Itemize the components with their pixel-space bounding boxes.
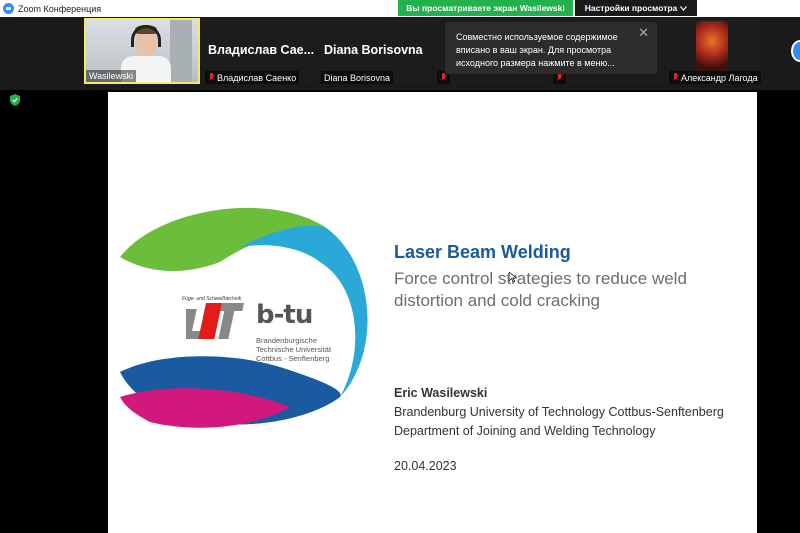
mouse-cursor-icon [509,272,517,282]
participant-strip: Wasilewski Владислав Сае... Владислав Са… [0,17,800,90]
author-name: Eric Wasilewski [394,386,488,400]
chevron-down-icon [680,5,688,11]
btu-line: Brandenburgische [256,336,317,345]
university-logo: Füge- und Schweißtechnik b-tu Brandenbur… [120,202,382,430]
presentation-date: 20.04.2023 [394,459,457,473]
mic-muted-icon [672,73,679,82]
btu-line: Technische Universität [256,345,332,354]
zoom-app-icon [3,3,14,14]
btu-logo: b-tu [256,300,313,330]
mic-muted-icon [208,73,215,82]
zoom-window: Zoom Конференция Вы просматриваете экран… [0,0,800,533]
view-options-label: Настройки просмотра [584,3,678,13]
swoosh-graphic [120,207,368,428]
lft-logo-icon [186,303,244,339]
participant-display-name: Diana Borisovna [324,43,423,57]
btu-line: Cottbus - Senftenberg [256,354,330,363]
mic-muted-icon [440,73,447,82]
fit-to-screen-notification: Совместно используемое содержимое вписан… [445,22,657,74]
participant-name: Diana Borisovna [324,72,391,83]
sharing-banner: Вы просматриваете экран Wasilewski [398,0,573,16]
participant-name: Владислав Саенко [217,72,297,83]
participant-display-name: Владислав Сае... [208,43,315,57]
participant-tile[interactable]: Александр Лагода [666,18,762,84]
participant-tile[interactable]: Diana Borisovna Diana Borisovna [318,18,432,84]
affiliation-line: Department of Joining and Welding Techno… [394,424,656,438]
participant-avatar [696,21,728,71]
view-options-button[interactable]: Настройки просмотра [575,0,697,16]
participant-name: Wasilewski [86,70,137,82]
slide-title: Laser Beam Welding [394,242,571,262]
affiliation-line: Brandenburg University of Technology Cot… [394,405,724,419]
headset-icon [131,25,161,47]
shared-slide: Füge- und Schweißtechnik b-tu Brandenbur… [108,92,757,533]
participant-name: Александр Лагода [681,72,758,83]
mic-muted-icon [556,73,563,82]
close-icon[interactable]: ✕ [638,26,649,39]
shield-icon [10,94,20,106]
slide-subtitle: Force control strategies to reduce weld … [394,269,687,310]
app-title: Zoom Конференция [18,3,102,14]
participant-tile-video[interactable]: Wasilewski [84,18,200,84]
notification-text: Совместно используемое содержимое вписан… [456,32,618,68]
participant-tile[interactable]: Владислав Сае... Владислав Саенко [202,18,316,84]
lft-caption: Füge- und Schweißtechnik [182,296,242,302]
